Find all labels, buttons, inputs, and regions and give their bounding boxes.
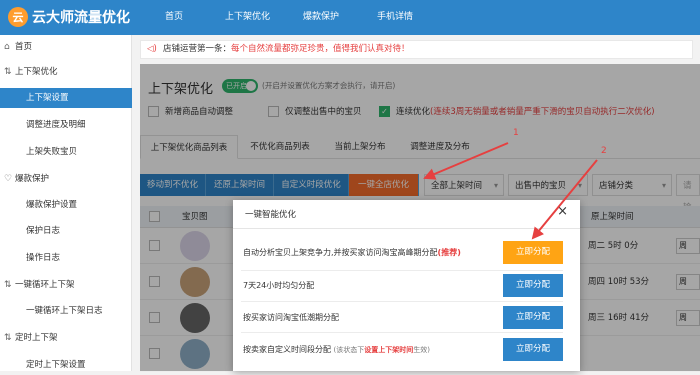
annotation-number-2: 2: [601, 146, 607, 156]
arrow-to-allocate-button: [531, 159, 598, 240]
annotation-number-1: 1: [513, 128, 519, 138]
annotation-arrows: [423, 142, 598, 240]
arrow-to-one-click-button: [423, 142, 509, 180]
